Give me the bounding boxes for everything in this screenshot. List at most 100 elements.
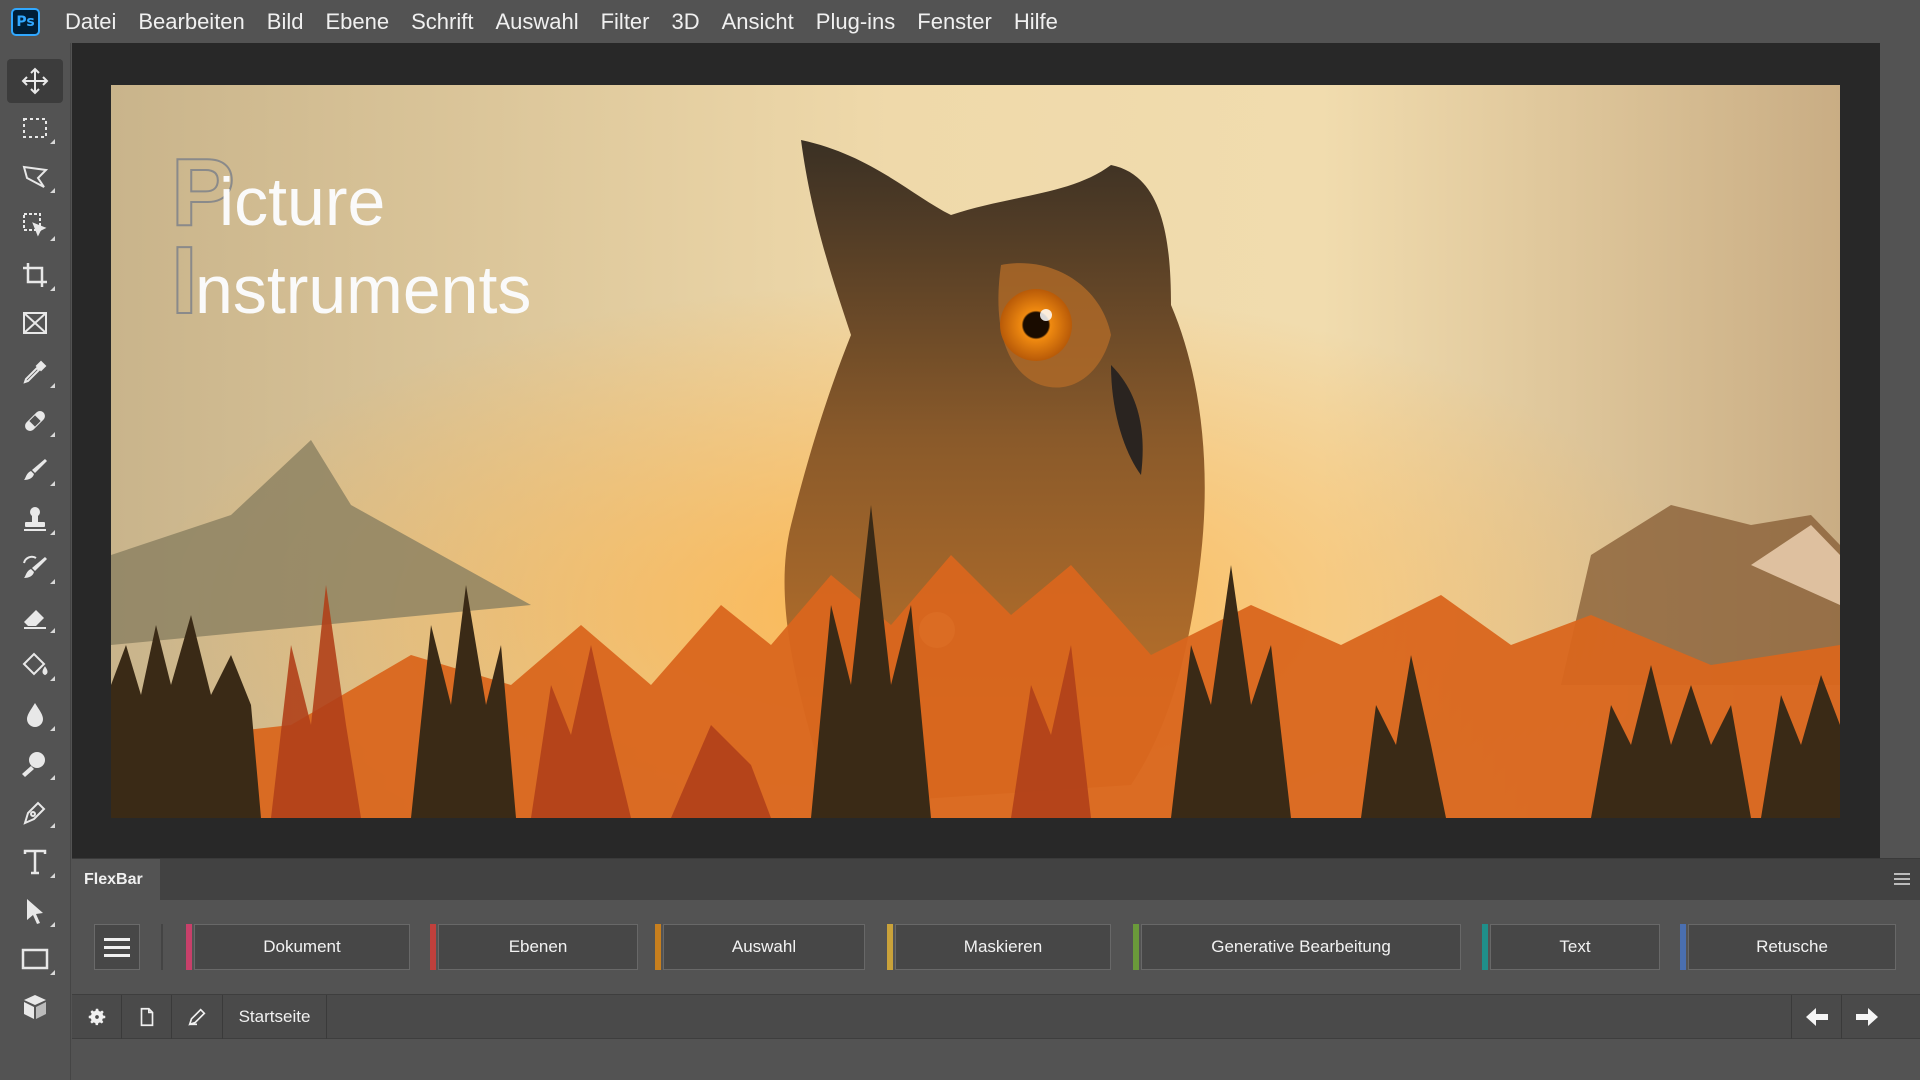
menu-item-schrift[interactable]: Schrift — [400, 0, 484, 43]
dodge-tool[interactable] — [7, 742, 63, 786]
flyout-indicator-icon — [50, 139, 55, 144]
rectangle-tool[interactable] — [7, 937, 63, 981]
gear-icon — [88, 1008, 105, 1026]
menu-item-ansicht[interactable]: Ansicht — [711, 0, 805, 43]
flyout-indicator-icon — [50, 873, 55, 878]
new-document-button[interactable] — [122, 995, 172, 1039]
hamburger-icon — [104, 945, 130, 949]
flyout-indicator-icon — [50, 775, 55, 780]
lasso-tool[interactable] — [7, 155, 63, 199]
dodge-icon — [22, 752, 45, 777]
back-button[interactable] — [1791, 995, 1841, 1039]
flyout-indicator-icon — [50, 922, 55, 927]
marquee-tool[interactable] — [7, 106, 63, 150]
object-selection-tool[interactable] — [7, 203, 63, 247]
category-button-ebenen[interactable]: Ebenen — [438, 924, 638, 970]
cube-icon — [24, 995, 46, 1019]
svg-text:icture: icture — [219, 164, 385, 240]
category-button-generative-bearbeitung[interactable]: Generative Bearbeitung — [1141, 924, 1461, 970]
frame-icon — [23, 312, 47, 334]
hamburger-icon — [104, 953, 130, 957]
3d-tool[interactable] — [7, 985, 63, 1029]
flexbar-footer: Startseite — [72, 994, 1920, 1039]
rect-marquee-icon — [23, 118, 47, 138]
brush-icon — [24, 459, 47, 480]
pen-tool[interactable] — [7, 790, 63, 834]
arrow-cursor-icon — [27, 899, 43, 924]
category-button-text[interactable]: Text — [1490, 924, 1660, 970]
category-button-dokument[interactable]: Dokument — [194, 924, 410, 970]
menu-item-bild[interactable]: Bild — [256, 0, 315, 43]
category-color-auswahl — [655, 924, 661, 970]
arrow-right-icon — [1855, 1008, 1878, 1026]
category-button-auswahl[interactable]: Auswahl — [663, 924, 865, 970]
flyout-indicator-icon — [50, 383, 55, 388]
divider — [161, 924, 163, 970]
category-color-maskieren — [887, 924, 893, 970]
menu-item-3d[interactable]: 3D — [661, 0, 711, 43]
history-brush-tool[interactable] — [7, 546, 63, 590]
hamburger-icon — [104, 937, 130, 941]
menu-item-plugins[interactable]: Plug-ins — [805, 0, 906, 43]
flexbar-panel: FlexBar Dokument Ebenen Auswahl Maskiere… — [72, 858, 1920, 1080]
settings-button[interactable] — [72, 995, 122, 1039]
frame-tool[interactable] — [7, 301, 63, 345]
menu-item-hilfe[interactable]: Hilfe — [1003, 0, 1069, 43]
type-icon — [23, 849, 47, 875]
category-color-generative-bearbeitung — [1133, 924, 1139, 970]
category-button-retusche[interactable]: Retusche — [1688, 924, 1896, 970]
flyout-indicator-icon — [50, 579, 55, 584]
menu-item-ebene[interactable]: Ebene — [314, 0, 400, 43]
drop-icon — [27, 703, 43, 727]
category-color-retusche — [1680, 924, 1686, 970]
flexbar-menu-button[interactable] — [94, 924, 140, 970]
polygon-lasso-icon — [22, 165, 49, 188]
category-button-maskieren[interactable]: Maskieren — [895, 924, 1111, 970]
menu-bar: Ps Datei Bearbeiten Bild Ebene Schrift A… — [0, 0, 1920, 43]
eyedropper-tool[interactable] — [7, 350, 63, 394]
menu-item-bearbeiten[interactable]: Bearbeiten — [127, 0, 255, 43]
panel-menu-icon[interactable] — [1894, 873, 1910, 885]
object-selection-icon — [23, 213, 47, 237]
bandage-icon — [25, 411, 45, 431]
path-selection-tool[interactable] — [7, 889, 63, 933]
edit-button[interactable] — [172, 995, 223, 1039]
document-canvas[interactable]: P I Picture Instruments icture nstrument… — [111, 85, 1840, 818]
move-tool[interactable] — [7, 59, 63, 103]
startseite-button[interactable]: Startseite — [223, 995, 327, 1039]
forward-button[interactable] — [1841, 995, 1891, 1039]
pen-icon — [23, 801, 46, 825]
crop-tool[interactable] — [7, 253, 63, 297]
brush-tool[interactable] — [7, 448, 63, 492]
tools-panel — [0, 43, 71, 1080]
flyout-indicator-icon — [50, 970, 55, 975]
flyout-indicator-icon — [50, 188, 55, 193]
paint-bucket-tool[interactable] — [7, 643, 63, 687]
panel-tab-row: FlexBar — [72, 858, 1920, 901]
blur-tool[interactable] — [7, 693, 63, 737]
menu-item-fenster[interactable]: Fenster — [906, 0, 1003, 43]
move-icon — [21, 67, 49, 95]
flyout-indicator-icon — [50, 236, 55, 241]
menu-item-filter[interactable]: Filter — [590, 0, 661, 43]
type-tool[interactable] — [7, 840, 63, 884]
healing-tool[interactable] — [7, 399, 63, 443]
category-color-text — [1482, 924, 1488, 970]
tab-flexbar[interactable]: FlexBar — [72, 859, 160, 901]
right-panel-edge — [1880, 43, 1920, 858]
eyedropper-icon — [23, 360, 47, 384]
flyout-indicator-icon — [50, 726, 55, 731]
category-color-dokument — [186, 924, 192, 970]
menu-item-auswahl[interactable]: Auswahl — [484, 0, 589, 43]
arrow-left-icon — [1805, 1008, 1828, 1026]
paint-bucket-icon — [22, 652, 48, 676]
stamp-icon — [24, 507, 46, 531]
flyout-indicator-icon — [50, 286, 55, 291]
stamp-tool[interactable] — [7, 497, 63, 541]
history-brush-icon — [23, 555, 47, 578]
document-icon — [140, 1007, 153, 1027]
rectangle-icon — [21, 948, 49, 970]
photoshop-logo[interactable]: Ps — [11, 7, 40, 36]
menu-item-datei[interactable]: Datei — [54, 0, 127, 43]
eraser-tool[interactable] — [7, 595, 63, 639]
